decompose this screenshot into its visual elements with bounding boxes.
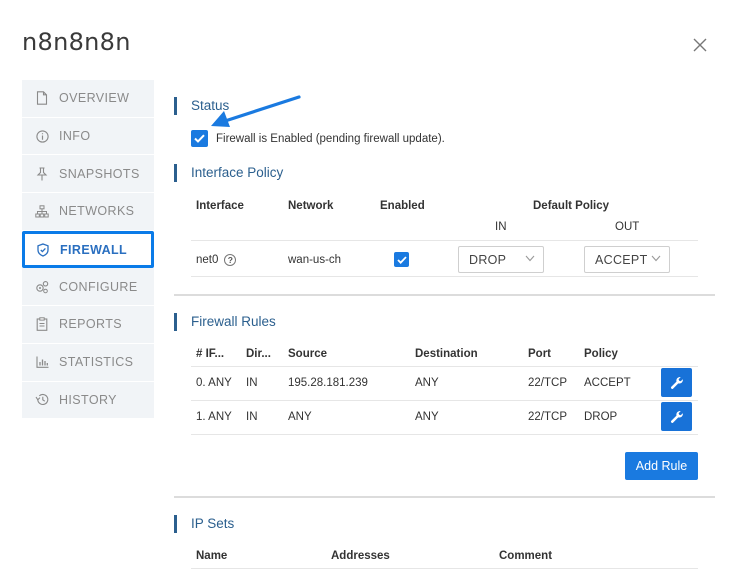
- shield-icon: [36, 242, 50, 257]
- table-divider: [191, 568, 698, 569]
- interface-cell: net0?: [196, 254, 237, 267]
- clipboard-icon: [35, 317, 49, 332]
- section-divider: [174, 294, 715, 296]
- col-port: Port: [528, 348, 551, 360]
- gears-icon: [35, 280, 49, 294]
- help-icon[interactable]: ?: [224, 254, 237, 266]
- sidebar-item-snapshots[interactable]: SNAPSHOTS: [22, 155, 154, 194]
- pin-icon: [35, 167, 49, 181]
- sidebar-item-statistics[interactable]: STATISTICS: [22, 343, 154, 382]
- interface-enabled-checkbox[interactable]: [394, 252, 409, 267]
- bar-chart-icon: [35, 355, 49, 369]
- history-icon: [35, 393, 49, 407]
- info-icon: [35, 129, 49, 143]
- wrench-icon: [670, 376, 683, 389]
- check-icon: [194, 134, 205, 143]
- col-destination: Destination: [415, 348, 478, 360]
- col-name: Name: [196, 550, 228, 562]
- rule-index: 1. ANY: [196, 411, 232, 423]
- col-interface: Interface: [196, 200, 244, 212]
- rule-port: 22/TCP: [528, 377, 567, 389]
- check-icon: [396, 255, 407, 264]
- col-in: IN: [495, 221, 507, 233]
- rule-policy: ACCEPT: [584, 377, 631, 389]
- col-policy: Policy: [584, 348, 618, 360]
- sidebar-item-history[interactable]: HISTORY: [22, 381, 154, 420]
- rule-source: 195.28.181.239: [288, 377, 368, 389]
- network-icon: [35, 204, 49, 218]
- document-icon: [35, 91, 49, 106]
- close-icon: [693, 38, 707, 52]
- col-comment: Comment: [499, 550, 553, 562]
- col-source: Source: [288, 348, 327, 360]
- ip-sets-heading: IP Sets: [174, 515, 234, 533]
- firewall-rules-heading: Firewall Rules: [174, 313, 276, 331]
- rule-direction: IN: [246, 377, 258, 389]
- col-out: OUT: [615, 221, 640, 233]
- chevron-down-icon: [525, 255, 535, 262]
- sidebar-item-label: NETWORKS: [59, 204, 135, 219]
- sidebar-item-firewall[interactable]: FIREWALL: [22, 230, 154, 269]
- rule-source: ANY: [288, 411, 312, 423]
- network-cell: wan-us-ch: [288, 254, 342, 266]
- section-divider: [174, 496, 715, 498]
- sidebar-item-label: REPORTS: [59, 317, 122, 332]
- sidebar-item-label: SNAPSHOTS: [59, 166, 140, 181]
- table-divider: [191, 366, 698, 367]
- col-default-policy: Default Policy: [533, 200, 610, 212]
- sidebar-item-configure[interactable]: CONFIGURE: [22, 268, 154, 307]
- table-divider: [191, 434, 698, 435]
- firewall-enabled-row: Firewall is Enabled (pending firewall up…: [191, 130, 445, 147]
- sidebar-item-reports[interactable]: REPORTS: [22, 306, 154, 344]
- sidebar-item-info[interactable]: INFO: [22, 117, 154, 156]
- col-network: Network: [288, 200, 334, 212]
- interface-policy-heading: Interface Policy: [174, 164, 283, 182]
- rule-port: 22/TCP: [528, 411, 567, 423]
- policy-in-value: DROP: [469, 252, 507, 267]
- firewall-enabled-checkbox[interactable]: [191, 130, 208, 147]
- col-index: # IF...: [196, 348, 225, 360]
- rule-destination: ANY: [415, 377, 439, 389]
- sidebar-item-label: FIREWALL: [60, 242, 128, 257]
- sidebar: OVERVIEW INFO SNAPSHOTS NETWORKS FIREWAL…: [22, 80, 154, 420]
- page-title: n8n8n8n: [22, 28, 131, 56]
- wrench-icon: [670, 410, 683, 423]
- chevron-down-icon: [651, 255, 661, 262]
- policy-out-value: ACCEPT: [595, 252, 648, 267]
- policy-out-select[interactable]: ACCEPT: [584, 246, 670, 273]
- sidebar-item-label: INFO: [59, 129, 91, 144]
- close-button[interactable]: [690, 35, 710, 55]
- add-rule-button[interactable]: Add Rule: [625, 452, 698, 480]
- col-direction: Dir...: [246, 348, 271, 360]
- rule-index: 0. ANY: [196, 377, 232, 389]
- rule-destination: ANY: [415, 411, 439, 423]
- col-addresses: Addresses: [331, 550, 390, 562]
- sidebar-item-label: HISTORY: [59, 392, 117, 407]
- firewall-enabled-label: Firewall is Enabled (pending firewall up…: [216, 132, 445, 145]
- rule-direction: IN: [246, 411, 258, 423]
- policy-in-select[interactable]: DROP: [458, 246, 544, 273]
- interface-name: net0: [196, 254, 219, 267]
- edit-rule-button[interactable]: [661, 368, 692, 397]
- table-divider: [191, 400, 698, 401]
- sidebar-item-label: STATISTICS: [59, 355, 134, 370]
- sidebar-item-networks[interactable]: NETWORKS: [22, 193, 154, 231]
- col-enabled: Enabled: [380, 200, 425, 212]
- sidebar-item-overview[interactable]: OVERVIEW: [22, 80, 154, 118]
- edit-rule-button[interactable]: [661, 402, 692, 431]
- arrow-annotation-icon: [211, 95, 301, 127]
- table-divider: [191, 240, 698, 241]
- sidebar-item-label: OVERVIEW: [59, 91, 130, 106]
- sidebar-item-label: CONFIGURE: [59, 279, 138, 294]
- rule-policy: DROP: [584, 411, 618, 423]
- table-divider: [191, 276, 698, 277]
